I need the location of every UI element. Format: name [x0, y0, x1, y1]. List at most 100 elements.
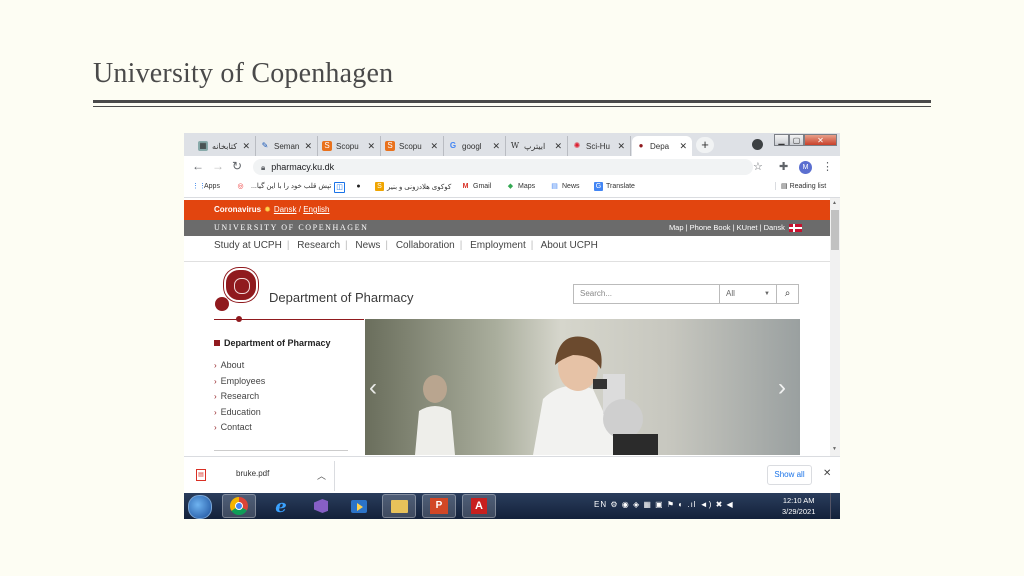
nav-news[interactable]: News	[355, 240, 380, 251]
url-bar[interactable]: 🔒︎ pharmacy.ku.dk	[253, 159, 753, 175]
close-icon[interactable]: ✕	[304, 141, 312, 152]
close-window-button[interactable]: ✕	[804, 134, 837, 146]
search-input[interactable]: Search...	[573, 284, 720, 304]
bookmark-gmail[interactable]: M Gmail	[461, 182, 492, 191]
side-nav-heading[interactable]: Department of Pharmacy	[214, 338, 331, 348]
bookmark-translate[interactable]: G Translate	[594, 182, 635, 191]
language-indicator[interactable]: EN	[594, 500, 607, 509]
chevron-up-icon[interactable]: ︿	[317, 469, 326, 482]
close-icon[interactable]: ✕	[617, 141, 625, 152]
taskbar-ie[interactable]: e	[264, 494, 298, 518]
maximize-button[interactable]: ▢	[789, 134, 804, 146]
show-desktop-button[interactable]	[830, 493, 840, 519]
nav-research[interactable]: Research	[297, 240, 340, 251]
taskbar-chrome[interactable]	[222, 494, 256, 518]
nav-study[interactable]: Study at UCPH	[214, 240, 282, 251]
nav-divider	[184, 261, 830, 262]
star-icon[interactable]: ☆	[753, 160, 763, 173]
search-button[interactable]: ⌕	[776, 284, 799, 304]
bookmark-maps[interactable]: ◆ Maps	[506, 182, 535, 191]
dansk-top-link[interactable]: Dansk	[764, 223, 785, 232]
search-scope-value: All	[726, 289, 735, 298]
sun-icon: ✹	[264, 205, 271, 214]
nav-employment[interactable]: Employment	[470, 240, 526, 251]
dansk-link[interactable]: Dansk	[274, 205, 297, 214]
map-link[interactable]: Map	[669, 223, 684, 232]
english-link[interactable]: English	[303, 205, 329, 214]
clock-date: 3/29/2021	[782, 507, 816, 516]
show-all-button[interactable]: Show all	[767, 465, 812, 485]
tab-1[interactable]: ▦ کتابخانه ✕	[194, 136, 256, 156]
taskbar-acrobat[interactable]: A	[462, 494, 496, 518]
bookmark-4[interactable]: ◫	[334, 182, 348, 193]
taskbar-explorer[interactable]	[382, 494, 416, 518]
tab-7[interactable]: ✺ Sci-Hu ✕	[568, 136, 631, 156]
tab-6[interactable]: W ابیترپ ✕	[506, 136, 568, 156]
ucph-brand[interactable]: UNIVERSITY OF COPENHAGEN	[214, 223, 369, 232]
kunet-link[interactable]: KUnet	[737, 223, 758, 232]
bookmark-6[interactable]: S کوکوی هلادزونی و بنیر	[375, 182, 451, 191]
side-nav-about[interactable]: › About	[214, 360, 265, 376]
taskbar-media-player[interactable]	[342, 494, 376, 518]
taskbar-clock[interactable]: 12:10 AM 3/29/2021	[782, 495, 815, 517]
bookmark-2[interactable]: ◎	[236, 182, 248, 191]
carousel-next-icon[interactable]: ›	[778, 374, 786, 402]
hero-carousel-image: ‹ ›	[365, 319, 800, 455]
close-icon[interactable]: ✕	[430, 141, 438, 152]
danish-flag-icon	[789, 224, 802, 233]
new-tab-button[interactable]: +	[696, 137, 714, 153]
tab-5[interactable]: G googl ✕	[444, 136, 506, 156]
carousel-prev-icon[interactable]: ‹	[369, 374, 377, 402]
back-icon[interactable]: ←	[192, 159, 204, 173]
reload-icon[interactable]: ↻	[232, 159, 242, 173]
scroll-down-icon[interactable]: ▼	[832, 446, 837, 452]
side-nav-research[interactable]: › Research	[214, 391, 265, 407]
bookmark-apps[interactable]: ⋮⋮ Apps	[192, 182, 220, 191]
chrome-icon	[230, 497, 248, 515]
chevron-right-icon: ›	[214, 361, 217, 370]
close-icon[interactable]: ✕	[554, 141, 562, 152]
close-icon[interactable]: ✕	[679, 141, 687, 152]
minimize-button[interactable]: ▁	[774, 134, 789, 146]
windows-taskbar: e P A EN ⚙ ◉ ◈ ▦ ▣ ⚑ ◐ .ıl ◄) ✖ ◀ 12:10 …	[184, 493, 840, 519]
ku-icon: ●	[638, 141, 644, 150]
caret-down-icon: ▼	[764, 291, 770, 297]
nav-about[interactable]: About UCPH	[541, 240, 598, 251]
tab-search-icon[interactable]	[752, 139, 763, 150]
nav-collaboration[interactable]: Collaboration	[396, 240, 455, 251]
tab-strip: ▦ کتابخانه ✕ ✎ Seman ✕ S Scopu ✕ S Scopu…	[184, 133, 840, 156]
side-nav-employees[interactable]: › Employees	[214, 376, 265, 392]
tab-2[interactable]: ✎ Seman ✕	[256, 136, 318, 156]
phone-book-link[interactable]: Phone Book	[690, 223, 731, 232]
taskbar-powerpoint[interactable]: P	[422, 494, 456, 518]
reading-list[interactable]: ▤ Reading list	[775, 182, 826, 190]
bookmark-news[interactable]: ▤ News	[550, 182, 579, 191]
side-nav-contact[interactable]: › Contact	[214, 422, 265, 438]
close-icon[interactable]: ✕	[492, 141, 500, 152]
forward-icon[interactable]: →	[212, 159, 224, 173]
extensions-icon[interactable]: ✚	[779, 160, 788, 173]
close-icon[interactable]: ✕	[242, 141, 250, 152]
search-scope-select[interactable]: All ▼	[719, 284, 777, 304]
side-nav-education[interactable]: › Education	[214, 407, 265, 423]
ucph-seal-logo[interactable]	[224, 268, 258, 302]
page-scrollbar[interactable]: ▲ ▼	[830, 198, 840, 456]
bookmark-label: Translate	[606, 183, 635, 190]
close-icon[interactable]: ✕	[823, 468, 831, 479]
profile-avatar[interactable]: M	[799, 161, 812, 174]
download-item[interactable]: ▤ bruke.pdf	[196, 469, 269, 481]
reading-list-label: Reading list	[789, 183, 827, 190]
taskbar-visual-studio[interactable]	[304, 494, 338, 518]
start-button[interactable]	[188, 495, 212, 519]
tab-4[interactable]: S Scopu ✕	[381, 136, 444, 156]
tab-8-active[interactable]: ● Depa ✕	[632, 136, 692, 156]
bookmark-3[interactable]: ...تپش قلب خود را با این گیا	[251, 182, 331, 190]
tray-icons[interactable]: ⚙ ◉ ◈ ▦ ▣ ⚑ ◐ .ıl ◄) ✖ ◀	[610, 500, 733, 509]
github-icon: ●	[356, 183, 361, 190]
close-icon[interactable]: ✕	[367, 141, 375, 152]
scroll-thumb[interactable]	[831, 210, 839, 250]
tab-3[interactable]: S Scopu ✕	[318, 136, 381, 156]
bookmark-5[interactable]: ●	[354, 182, 366, 191]
scroll-up-icon[interactable]: ▲	[832, 200, 837, 206]
menu-icon[interactable]: ⋮	[822, 160, 833, 173]
